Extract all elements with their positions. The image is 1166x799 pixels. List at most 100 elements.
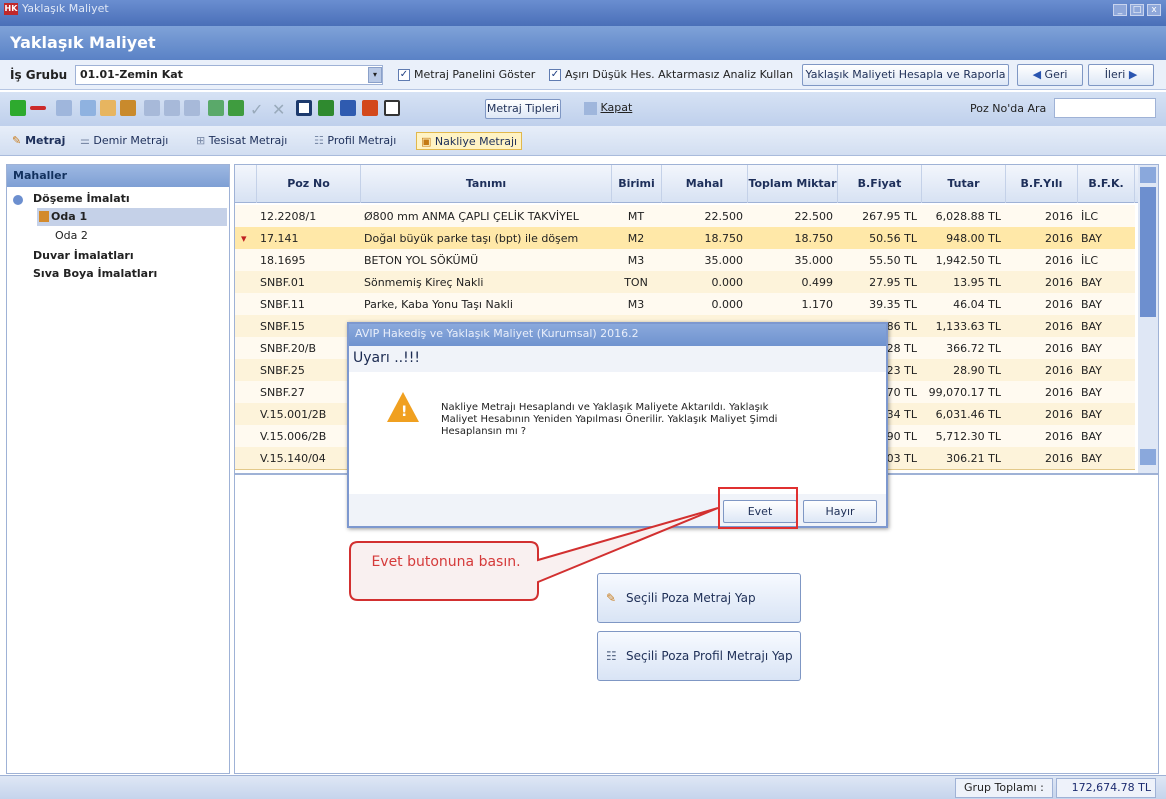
tree-node-icon	[13, 195, 23, 205]
profil-metraj-button[interactable]: ☷ Seçili Poza Profil Metrajı Yap	[597, 631, 801, 681]
table-cell: 366.72 TL	[946, 342, 1001, 355]
color-box-2-icon[interactable]	[318, 100, 334, 116]
table-cell: BAY	[1081, 276, 1102, 289]
table-icon[interactable]	[164, 100, 180, 116]
tab-tesisat-label: Tesisat Metrajı	[208, 134, 288, 147]
color-box-4-icon[interactable]	[362, 100, 378, 116]
tab-nakliye[interactable]: ▣ Nakliye Metrajı	[416, 132, 523, 150]
col-bfk[interactable]: B.F.K.	[1078, 165, 1135, 203]
col-tanim[interactable]: Tanımı	[361, 165, 612, 203]
confirm-icon[interactable]: ✓	[250, 100, 266, 119]
table-cell: BAY	[1081, 298, 1102, 311]
col-bfyili[interactable]: B.F.Yılı	[1006, 165, 1078, 203]
tab-tesisat[interactable]: ⊞ Tesisat Metrajı	[196, 132, 287, 150]
cancel-icon[interactable]: ✕	[272, 100, 288, 119]
mahaller-title: Mahaller	[7, 165, 229, 187]
copy-icon[interactable]	[100, 100, 116, 116]
box-icon[interactable]	[120, 100, 136, 116]
metraj-types-button[interactable]: Metraj Tipleri	[485, 99, 561, 119]
profil-metraj-label: Seçili Poza Profil Metrajı Yap	[626, 649, 793, 663]
group-select[interactable]: 01.01-Zemin Kat	[75, 65, 383, 85]
tree-item-doseme[interactable]: Döşeme İmalatı	[33, 192, 130, 205]
tree-item-oda1[interactable]: Oda 1	[37, 208, 227, 226]
tab-demir[interactable]: ⚌ Demir Metrajı	[80, 132, 168, 150]
add-icon[interactable]	[10, 100, 26, 116]
table-cell: 0.000	[711, 276, 744, 289]
close-button[interactable]: Kapat	[584, 101, 632, 115]
table-cell: 27.95 TL	[869, 276, 917, 289]
table-cell: 2016	[1045, 298, 1073, 311]
color-box-5-icon[interactable]	[384, 100, 400, 116]
table-cell: 2016	[1045, 276, 1073, 289]
back-button[interactable]: ◀ Geri	[1017, 64, 1083, 86]
table-cell: 18.750	[794, 232, 834, 245]
checkmark-icon: ✓	[549, 69, 561, 81]
search-input[interactable]	[1054, 98, 1156, 118]
table-cell: 267.95 TL	[862, 210, 917, 223]
next-button[interactable]: İleri ▶	[1088, 64, 1154, 86]
no-button[interactable]: Hayır	[803, 500, 877, 523]
tree-item-oda2[interactable]: Oda 2	[55, 229, 88, 242]
asiri-dusuk-label: Aşırı Düşük Hes. Aktarmasız Analiz Kulla…	[565, 68, 794, 81]
title-bar: HK Yaklaşık Maliyet _ □ x	[0, 0, 1166, 26]
table-cell: M3	[627, 298, 645, 311]
next-label: İleri	[1104, 68, 1126, 81]
color-box-1-icon[interactable]	[296, 100, 312, 116]
color-box-3-icon[interactable]	[340, 100, 356, 116]
table-cell: M2	[627, 232, 645, 245]
table-cell: TON	[624, 276, 648, 289]
table-row[interactable]: 18.1695 BETON YOL SÖKÜMÜ M3 35.000 35.000 55.…	[235, 249, 1135, 272]
calculate-report-button[interactable]: Yaklaşık Maliyeti Hesapla ve Raporla	[802, 64, 1009, 86]
table-row[interactable]: 12.2208/1 Ø800 mm ANMA ÇAPLI ÇELİK TAKVİY…	[235, 205, 1135, 228]
back-label: Geri	[1044, 68, 1068, 81]
remove-icon[interactable]	[30, 106, 46, 110]
tab-demir-label: Demir Metrajı	[93, 134, 169, 147]
table-cell: V.15.006/2B	[260, 430, 327, 443]
tab-profil[interactable]: ☷ Profil Metrajı	[314, 132, 396, 150]
row-indicator-header	[235, 165, 257, 203]
note-icon[interactable]	[80, 100, 96, 116]
col-bfiyat[interactable]: B.Fiyat	[838, 165, 922, 203]
grid-header: Poz No Tanımı Birimi Mahal Miktarı Topla…	[235, 165, 1158, 228]
save-icon[interactable]	[228, 100, 244, 116]
col-pozno[interactable]: Poz No	[257, 165, 361, 203]
window-title: Yaklaşık Maliyet	[22, 2, 109, 15]
refresh-icon[interactable]	[56, 100, 72, 116]
scroll-down-icon[interactable]	[1140, 449, 1156, 465]
minimize-button[interactable]: _	[1113, 4, 1127, 16]
table-row[interactable]: 17.141 Doğal büyük parke taşı (bpt) ile d…	[235, 227, 1135, 250]
sum-icon[interactable]	[144, 100, 160, 116]
tab-metraj[interactable]: ✎ Metraj	[12, 132, 65, 150]
asiri-dusuk-checkbox[interactable]: ✓ Aşırı Düşük Hes. Aktarmasız Analiz Kull…	[549, 68, 793, 81]
table-row[interactable]: SNBF.11 Parke, Kaba Yonu Taşı Nakli M3 0.00…	[235, 293, 1135, 316]
table-cell: 2016	[1045, 320, 1073, 333]
print-icon[interactable]	[184, 100, 200, 116]
maximize-button[interactable]: □	[1130, 4, 1144, 16]
table-cell: MT	[627, 210, 645, 223]
scroll-thumb[interactable]	[1140, 187, 1156, 317]
dropdown-icon[interactable]: ▾	[368, 67, 382, 83]
table-cell: BAY	[1081, 408, 1102, 421]
table-cell: SNBF.11	[260, 298, 305, 311]
group-label: İş Grubu	[10, 68, 68, 82]
grid-scrollbar[interactable]	[1138, 165, 1158, 473]
table-cell: SNBF.01	[260, 276, 305, 289]
col-birim[interactable]: Birimi	[612, 165, 662, 203]
col-mahal-miktar[interactable]: Mahal Miktarı	[662, 165, 748, 228]
tree-item-duvar[interactable]: Duvar İmalatları	[33, 249, 134, 262]
tree-item-siva[interactable]: Sıva Boya İmalatları	[33, 267, 157, 280]
scroll-up-icon[interactable]	[1140, 167, 1156, 183]
export-icon[interactable]	[208, 100, 224, 116]
bars-icon: ⚌	[80, 134, 90, 147]
callout-bubble	[349, 507, 719, 601]
table-row[interactable]: SNBF.01 Sönmemiş Kireç Nakli TON 0.000 0.499…	[235, 271, 1135, 294]
table-cell: V.15.001/2B	[260, 408, 327, 421]
table-cell: SNBF.15	[260, 320, 305, 333]
table-cell: BAY	[1081, 386, 1102, 399]
profile-icon: ☷	[606, 649, 617, 663]
col-tutar[interactable]: Tutar	[922, 165, 1006, 203]
show-metraj-checkbox[interactable]: ✓ Metraj Panelini Göster	[398, 68, 535, 81]
tab-bar: ✎ Metraj ⚌ Demir Metrajı ⊞ Tesisat Metra…	[0, 126, 1166, 156]
close-window-button[interactable]: x	[1147, 4, 1161, 16]
col-toplam-miktar[interactable]: Toplam Miktar	[748, 165, 838, 203]
